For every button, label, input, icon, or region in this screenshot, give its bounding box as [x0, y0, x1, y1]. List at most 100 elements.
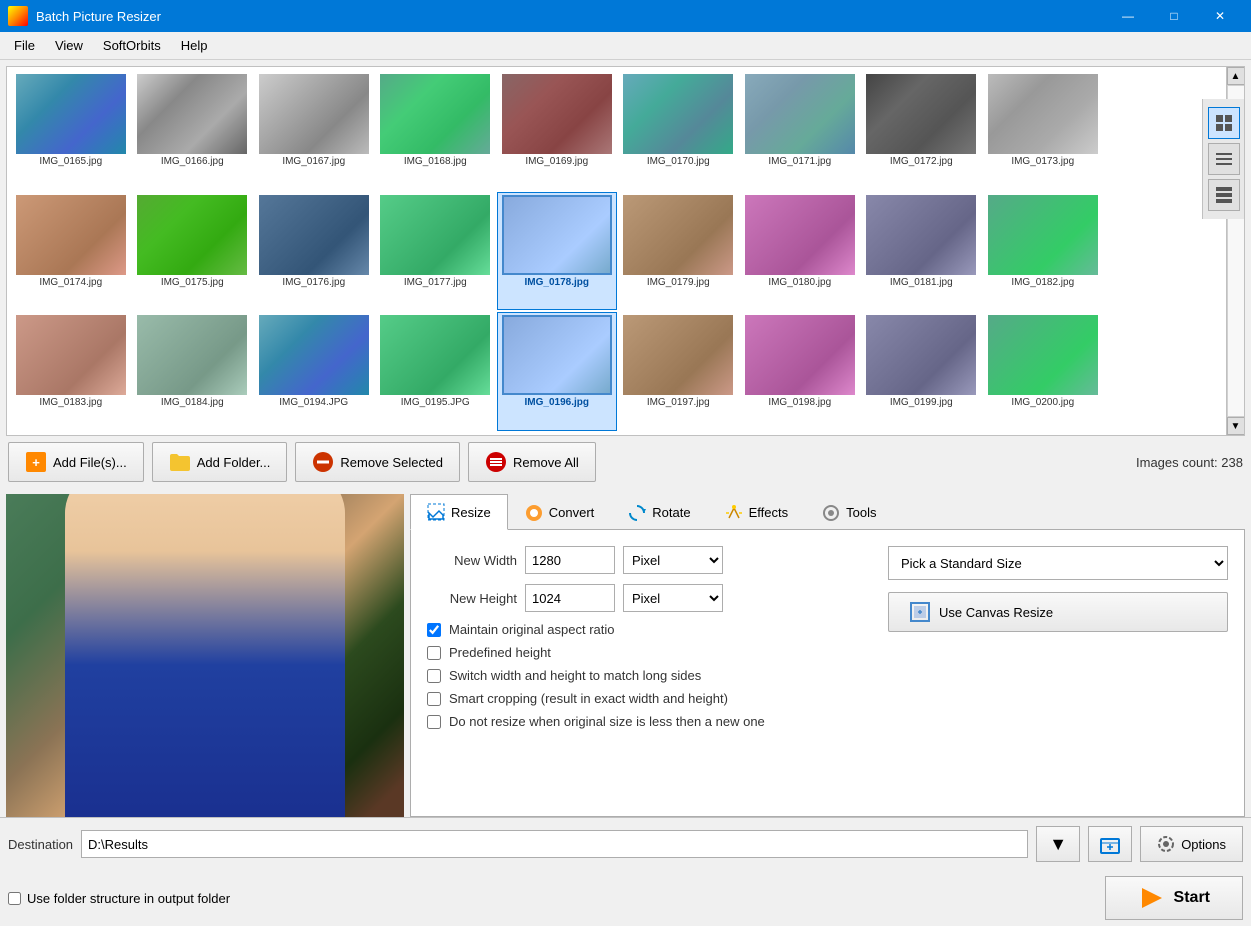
list-item[interactable]: IMG_0168.jpg: [376, 71, 496, 190]
use-folder-structure-checkbox[interactable]: [8, 892, 21, 905]
list-item[interactable]: IMG_0165.jpg: [11, 71, 131, 190]
list-item[interactable]: IMG_0172.jpg: [862, 71, 982, 190]
list-item[interactable]: IMG_0184.jpg: [133, 312, 253, 431]
image-filename: IMG_0165.jpg: [39, 156, 102, 167]
thumbnail: [259, 315, 369, 395]
list-item[interactable]: IMG_0200.jpg: [983, 312, 1103, 431]
list-item[interactable]: IMG_0173.jpg: [983, 71, 1103, 190]
list-item[interactable]: IMG_0178.jpg: [497, 192, 617, 311]
height-unit-select[interactable]: Pixel Percent cm inch: [623, 584, 723, 612]
list-item[interactable]: IMG_0183.jpg: [11, 312, 131, 431]
no-resize-row: Do not resize when original size is less…: [427, 714, 868, 729]
destination-chevron-button[interactable]: ▼: [1036, 826, 1080, 862]
close-button[interactable]: ✕: [1197, 0, 1243, 32]
menu-softorbits[interactable]: SoftOrbits: [93, 34, 171, 57]
tab-effects-label: Effects: [749, 505, 789, 520]
list-item[interactable]: IMG_0175.jpg: [133, 192, 253, 311]
list-item[interactable]: IMG_0170.jpg: [619, 71, 739, 190]
scroll-down-arrow[interactable]: ▼: [1227, 417, 1245, 435]
switch-sides-checkbox[interactable]: [427, 669, 441, 683]
image-filename: IMG_0196.jpg: [525, 397, 589, 408]
image-filename: IMG_0180.jpg: [768, 277, 831, 288]
tab-rotate[interactable]: Rotate: [611, 494, 707, 530]
images-count: Images count: 238: [1136, 455, 1243, 470]
smart-crop-checkbox[interactable]: [427, 692, 441, 706]
list-item[interactable]: IMG_0166.jpg: [133, 71, 253, 190]
preview-body: [65, 494, 345, 817]
destination-bar: Destination ▼ Options: [0, 817, 1251, 870]
add-files-icon: +: [25, 451, 47, 473]
list-item[interactable]: IMG_0182.jpg: [983, 192, 1103, 311]
image-filename: IMG_0195.JPG: [401, 397, 470, 408]
tab-convert[interactable]: Convert: [508, 494, 612, 530]
list-item[interactable]: IMG_0167.jpg: [254, 71, 374, 190]
list-item[interactable]: IMG_0181.jpg: [862, 192, 982, 311]
minimize-button[interactable]: —: [1105, 0, 1151, 32]
scroll-up-arrow[interactable]: ▲: [1227, 67, 1245, 85]
new-height-input[interactable]: [525, 584, 615, 612]
svg-text:+: +: [32, 455, 40, 470]
no-resize-checkbox[interactable]: [427, 715, 441, 729]
view-list-button[interactable]: [1208, 143, 1240, 175]
smart-crop-label[interactable]: Smart cropping (result in exact width an…: [449, 691, 728, 706]
gear-icon: [1157, 835, 1175, 853]
resize-tab-icon: [427, 503, 445, 521]
image-filename: IMG_0199.jpg: [890, 397, 953, 408]
thumbnail: [866, 195, 976, 275]
list-item[interactable]: IMG_0171.jpg: [740, 71, 860, 190]
predefined-height-label[interactable]: Predefined height: [449, 645, 551, 660]
list-item[interactable]: IMG_0197.jpg: [619, 312, 739, 431]
add-folder-button[interactable]: Add Folder...: [152, 442, 288, 482]
list-item[interactable]: IMG_0177.jpg: [376, 192, 496, 311]
thumbnail: [16, 315, 126, 395]
list-item[interactable]: IMG_0195.JPG: [376, 312, 496, 431]
std-size-select[interactable]: Pick a Standard Size 800x600 1024x768 12…: [888, 546, 1228, 580]
menu-file[interactable]: File: [4, 34, 45, 57]
menu-help[interactable]: Help: [171, 34, 218, 57]
app-title: Batch Picture Resizer: [36, 9, 1105, 24]
predefined-height-checkbox[interactable]: [427, 646, 441, 660]
thumbnail: [502, 195, 612, 275]
list-item[interactable]: IMG_0169.jpg: [497, 71, 617, 190]
browse-icon: [1099, 833, 1121, 855]
resize-panel: New Width Pixel Percent cm inch New He: [410, 530, 1245, 817]
menu-view[interactable]: View: [45, 34, 93, 57]
add-files-button[interactable]: + Add File(s)...: [8, 442, 144, 482]
list-item[interactable]: IMG_0180.jpg: [740, 192, 860, 311]
thumbnail: [380, 195, 490, 275]
list-item[interactable]: IMG_0198.jpg: [740, 312, 860, 431]
remove-selected-button[interactable]: Remove Selected: [295, 442, 460, 482]
new-width-input[interactable]: [525, 546, 615, 574]
canvas-resize-button[interactable]: Use Canvas Resize: [888, 592, 1228, 632]
image-grid: IMG_0165.jpg IMG_0166.jpg IMG_0167.jpg I…: [7, 67, 1244, 435]
list-item[interactable]: IMG_0196.jpg: [497, 312, 617, 431]
list-item[interactable]: IMG_0179.jpg: [619, 192, 739, 311]
list-item[interactable]: IMG_0174.jpg: [11, 192, 131, 311]
list-item[interactable]: IMG_0199.jpg: [862, 312, 982, 431]
width-unit-select[interactable]: Pixel Percent cm inch: [623, 546, 723, 574]
start-button[interactable]: Start: [1105, 876, 1243, 920]
no-resize-label[interactable]: Do not resize when original size is less…: [449, 714, 765, 729]
thumbnail: [988, 315, 1098, 395]
image-filename: IMG_0182.jpg: [1011, 277, 1074, 288]
image-filename: IMG_0194.JPG: [279, 397, 348, 408]
destination-browse-button[interactable]: [1088, 826, 1132, 862]
tab-effects[interactable]: Effects: [708, 494, 806, 530]
view-details-button[interactable]: [1208, 179, 1240, 211]
switch-sides-label[interactable]: Switch width and height to match long si…: [449, 668, 701, 683]
use-folder-structure-label[interactable]: Use folder structure in output folder: [27, 891, 230, 906]
remove-all-button[interactable]: Remove All: [468, 442, 596, 482]
tab-tools[interactable]: Tools: [805, 494, 893, 530]
image-filename: IMG_0169.jpg: [525, 156, 588, 167]
list-item[interactable]: IMG_0176.jpg: [254, 192, 374, 311]
list-item[interactable]: IMG_0194.JPG: [254, 312, 374, 431]
image-grid-container: IMG_0165.jpg IMG_0166.jpg IMG_0167.jpg I…: [6, 66, 1245, 436]
maintain-ratio-checkbox[interactable]: [427, 623, 441, 637]
maximize-button[interactable]: □: [1151, 0, 1197, 32]
options-button[interactable]: Options: [1140, 826, 1243, 862]
maintain-ratio-label[interactable]: Maintain original aspect ratio: [449, 622, 614, 637]
tab-resize[interactable]: Resize: [410, 494, 508, 530]
view-thumbnail-button[interactable]: [1208, 107, 1240, 139]
remove-all-icon: [485, 451, 507, 473]
destination-input[interactable]: [81, 830, 1028, 858]
